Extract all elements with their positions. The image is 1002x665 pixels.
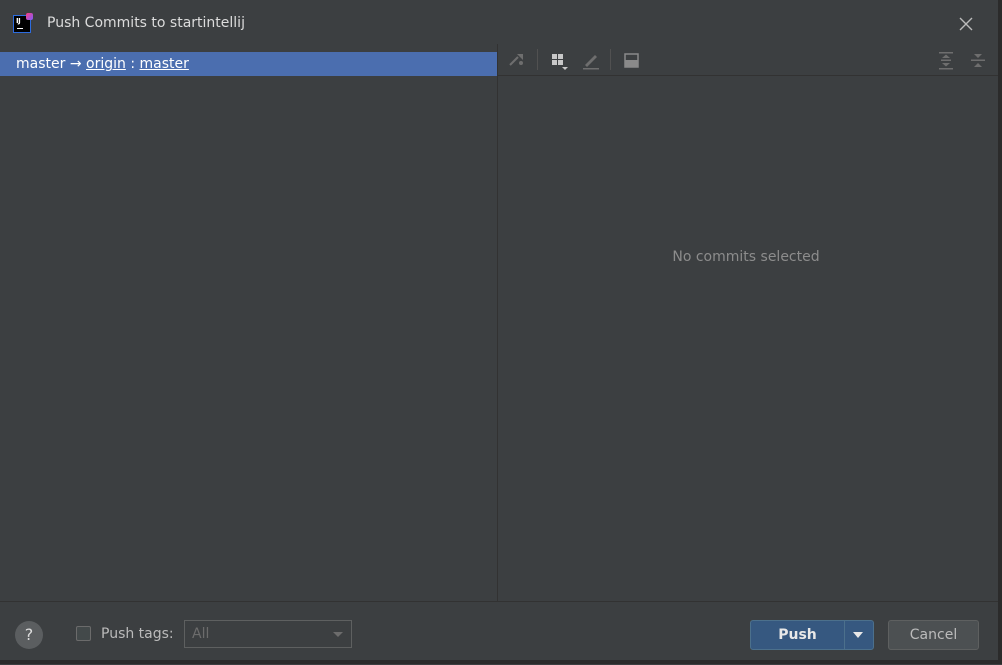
intellij-logo-icon: IJ (13, 13, 33, 33)
background-window-edge (998, 0, 1002, 664)
remote-branch-link[interactable]: master (140, 56, 189, 72)
background-window-edge (0, 660, 1002, 664)
remote-separator: : (130, 56, 136, 72)
edit-icon[interactable] (579, 48, 603, 72)
cherry-pick-icon[interactable] (505, 48, 529, 72)
arrow-icon: → (69, 56, 82, 72)
cancel-button[interactable]: Cancel (888, 620, 979, 650)
collapse-all-icon[interactable] (966, 48, 990, 72)
remote-link[interactable]: origin (86, 56, 126, 72)
push-button-label: Push (778, 627, 817, 643)
window-title: Push Commits to startintellij (47, 15, 245, 31)
chevron-down-icon (853, 632, 863, 638)
local-branch-name: master (16, 56, 66, 72)
title-bar: IJ Push Commits to startintellij (0, 0, 1002, 44)
details-toolbar (498, 44, 998, 76)
help-button[interactable]: ? (15, 621, 43, 649)
group-by-icon[interactable] (547, 48, 571, 72)
toolbar-separator (610, 49, 611, 70)
branch-row-master[interactable]: master → origin : master (0, 52, 497, 76)
push-tags-checkbox[interactable] (76, 626, 91, 641)
chevron-down-icon (333, 632, 343, 637)
preview-icon[interactable] (619, 48, 643, 72)
toolbar-separator (537, 49, 538, 70)
push-tags-label[interactable]: Push tags: (101, 626, 174, 642)
push-options-dropdown[interactable] (844, 621, 873, 649)
tags-select[interactable]: All (184, 620, 352, 648)
commit-details-panel: No commits selected (498, 44, 998, 601)
branch-tree-panel: master → origin : master (0, 44, 497, 601)
empty-state-text: No commits selected (672, 249, 820, 265)
tags-select-value: All (192, 626, 210, 642)
close-icon[interactable] (956, 14, 976, 34)
expand-all-icon[interactable] (934, 48, 958, 72)
dialog-footer: ? Push tags: All Push Cancel (0, 601, 1002, 665)
